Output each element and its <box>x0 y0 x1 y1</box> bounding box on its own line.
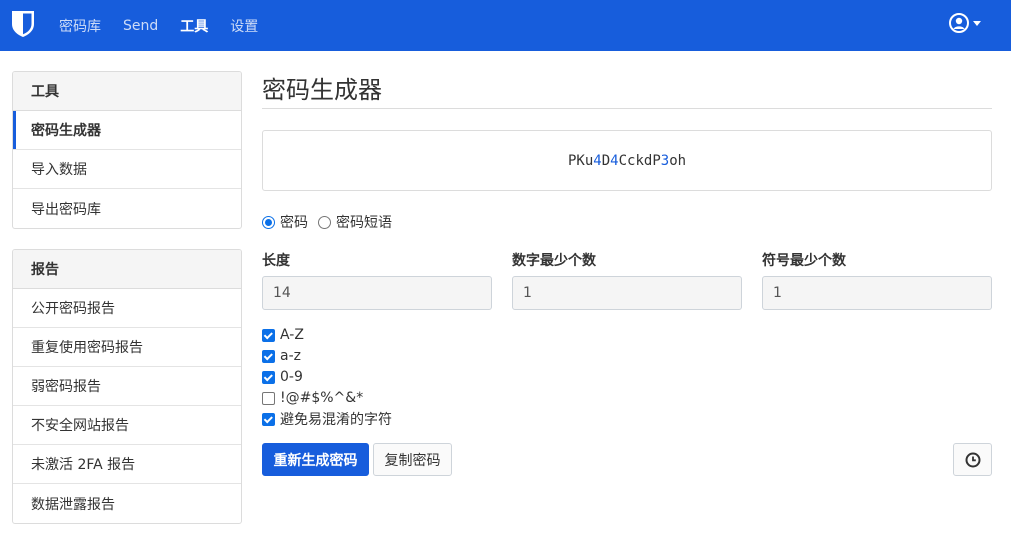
reports-card-header: 报告 <box>13 250 241 289</box>
password-type-radio[interactable] <box>262 215 275 229</box>
sidebar-item-exposed-passwords[interactable]: 公开密码报告 <box>13 289 241 328</box>
nav-item-vault[interactable]: 密码库 <box>59 16 101 36</box>
password-char: K <box>576 152 585 169</box>
option-special: !@#$%^&* <box>262 389 363 407</box>
option-avoid-ambiguous: 避免易混淆的字符 <box>262 410 392 428</box>
numbers-label[interactable]: 0-9 <box>280 369 303 385</box>
chevron-down-icon <box>973 20 981 26</box>
sidebar-item-reused-passwords[interactable]: 重复使用密码报告 <box>13 328 241 367</box>
passphrase-type-label[interactable]: 密码短语 <box>336 212 392 232</box>
regenerate-password-button[interactable]: 重新生成密码 <box>262 443 369 476</box>
min-special-input[interactable]: 1 <box>762 276 992 310</box>
password-char: D <box>601 152 611 169</box>
password-char: 4 <box>610 152 619 169</box>
generator-type-options: 密码 密码短语 <box>262 212 402 232</box>
option-uppercase: A-Z <box>262 326 304 344</box>
uppercase-label[interactable]: A-Z <box>280 327 304 343</box>
sidebar-item-export-vault[interactable]: 导出密码库 <box>13 189 241 228</box>
sidebar-item-weak-passwords[interactable]: 弱密码报告 <box>13 367 241 406</box>
uppercase-checkbox[interactable] <box>262 328 275 342</box>
sidebar-item-import-data[interactable]: 导入数据 <box>13 150 241 189</box>
length-input[interactable]: 14 <box>262 276 492 310</box>
title-divider <box>262 108 992 109</box>
length-label: 长度 <box>262 253 290 269</box>
password-char: P <box>652 152 661 169</box>
option-numbers: 0-9 <box>262 368 303 386</box>
min-numbers-input[interactable]: 1 <box>512 276 742 310</box>
sidebar-item-password-generator[interactable]: 密码生成器 <box>13 111 241 150</box>
numbers-checkbox[interactable] <box>262 370 275 384</box>
lowercase-checkbox[interactable] <box>262 349 275 363</box>
password-char: 4 <box>593 152 602 169</box>
top-navbar: 密码库 Send 工具 设置 <box>0 0 1011 51</box>
password-char: C <box>618 152 627 169</box>
avoid-ambiguous-label[interactable]: 避免易混淆的字符 <box>280 409 392 429</box>
password-history-button[interactable] <box>953 443 992 476</box>
password-char: 3 <box>660 152 670 169</box>
nav-item-send[interactable]: Send <box>123 18 158 34</box>
generated-password-text: PKu4D4CckdP3oh <box>568 153 686 169</box>
min-special-label: 符号最少个数 <box>762 253 846 269</box>
tools-card: 工具 密码生成器 导入数据 导出密码库 <box>12 71 242 229</box>
lowercase-label[interactable]: a-z <box>280 348 301 364</box>
password-type-label[interactable]: 密码 <box>280 212 308 232</box>
account-menu-button[interactable] <box>949 13 981 33</box>
nav-menu: 密码库 Send 工具 设置 <box>59 0 280 51</box>
sidebar-item-inactive-2fa[interactable]: 未激活 2FA 报告 <box>13 445 241 484</box>
special-label[interactable]: !@#$%^&* <box>280 390 363 406</box>
page-title: 密码生成器 <box>262 76 382 104</box>
tools-card-header: 工具 <box>13 72 241 111</box>
sidebar-item-data-breach[interactable]: 数据泄露报告 <box>13 484 241 523</box>
password-char: o <box>669 152 678 169</box>
generated-password-display[interactable]: PKu4D4CckdP3oh <box>262 130 992 191</box>
special-checkbox[interactable] <box>262 391 275 405</box>
avoid-ambiguous-checkbox[interactable] <box>262 412 275 426</box>
nav-item-tools[interactable]: 工具 <box>180 16 208 36</box>
option-lowercase: a-z <box>262 347 301 365</box>
user-avatar-icon <box>949 13 969 33</box>
copy-password-button[interactable]: 复制密码 <box>373 443 452 476</box>
bitwarden-logo-icon[interactable] <box>11 10 35 38</box>
passphrase-type-radio[interactable] <box>318 215 331 229</box>
sidebar-item-unsecured-websites[interactable]: 不安全网站报告 <box>13 406 241 445</box>
password-char: k <box>635 152 644 169</box>
password-char: h <box>677 152 687 169</box>
min-numbers-label: 数字最少个数 <box>512 253 596 269</box>
history-clock-icon <box>965 452 980 467</box>
reports-card: 报告 公开密码报告 重复使用密码报告 弱密码报告 不安全网站报告 未激活 2FA… <box>12 249 242 524</box>
nav-item-settings[interactable]: 设置 <box>230 16 258 36</box>
password-char: u <box>584 152 594 169</box>
